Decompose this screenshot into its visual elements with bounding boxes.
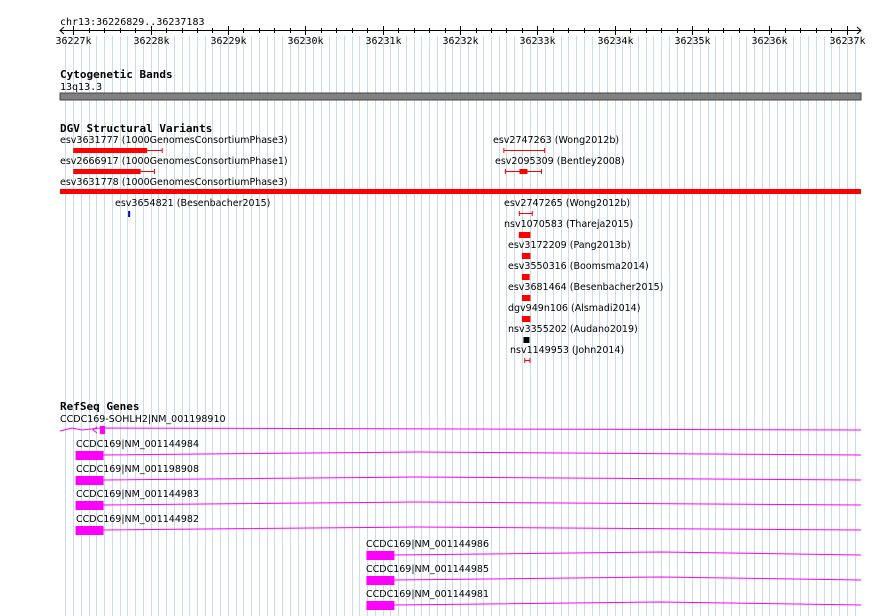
- dgv-feature-bar[interactable]: [521, 295, 531, 301]
- refseq-gene[interactable]: CCDC169|NM_001144986: [366, 539, 862, 560]
- refseq-exon[interactable]: [366, 551, 395, 560]
- refseq-gene-label: CCDC169|NM_001198908: [76, 464, 199, 475]
- browser-canvas: chr13:36226829..36237183 36227k 36228k 362…: [55, 17, 866, 616]
- ruler-tick-label: 36235k: [674, 36, 710, 47]
- dgv-feature-label: nsv3355202 (Audano2019): [508, 324, 638, 335]
- dgv-feature-bar[interactable]: [128, 211, 131, 217]
- refseq-intron-line: [103, 451, 862, 456]
- dgv-feature-bar[interactable]: [73, 169, 141, 174]
- ruler-tick-label: 36229k: [210, 36, 246, 47]
- refseq-exon[interactable]: [366, 601, 395, 610]
- refseq-intron-line: [103, 526, 862, 531]
- dgv-feature-bar[interactable]: [518, 232, 531, 238]
- dgv-feature-label: esv3631778 (1000GenomesConsortiumPhase3): [60, 177, 288, 188]
- dgv-feature-bar[interactable]: [60, 189, 861, 194]
- ruler-tick-label: 36232k: [442, 36, 478, 47]
- refseq-exon[interactable]: [75, 526, 104, 535]
- dgv-feature-label: dgv949n106 (Alsmadi2014): [508, 303, 640, 314]
- dgv-feature-bar[interactable]: [523, 337, 530, 343]
- dgv-feature-label: esv3654821 (Besenbacher2015): [115, 198, 270, 209]
- dgv-feature-label: esv2095309 (Bentley2008): [495, 156, 625, 167]
- ruler-tick-label: 36228k: [133, 36, 169, 47]
- refseq-gene-label: CCDC169|NM_001144985: [366, 564, 489, 575]
- refseq-gene[interactable]: CCDC169|NM_001144985: [366, 564, 862, 585]
- dgv-feature[interactable]: dgv949n106 (Alsmadi2014): [508, 303, 640, 322]
- dgv-feature-label: nsv1070583 (Thareja2015): [504, 219, 633, 230]
- dgv-feature-label: esv3550316 (Boomsma2014): [508, 261, 649, 272]
- dgv-feature[interactable]: esv2747265 (Wong2012b): [504, 198, 630, 216]
- refseq-exon[interactable]: [366, 576, 395, 585]
- refseq-gene[interactable]: CCDC169|NM_001144981: [366, 589, 862, 610]
- refseq-gene-label: CCDC169|NM_001144983: [76, 489, 199, 500]
- refseq-exon[interactable]: [75, 476, 104, 485]
- dgv-feature[interactable]: esv2095309 (Bentley2008): [495, 156, 625, 174]
- refseq-intron-line: [394, 576, 862, 581]
- track-title-refseq: RefSeq Genes: [60, 400, 139, 413]
- dgv-feature-bar[interactable]: [521, 253, 531, 259]
- refseq-gene-label: CCDC169|NM_001144986: [366, 539, 489, 550]
- dgv-feature-label: esv3631777 (1000GenomesConsortiumPhase3): [60, 135, 288, 146]
- cytoband-label: 13q13.3: [60, 82, 102, 93]
- refseq-gene-label: CCDC169|NM_001144982: [76, 514, 199, 525]
- dgv-feature[interactable]: nsv3355202 (Audano2019): [508, 324, 638, 343]
- dgv-feature[interactable]: esv3681464 (Besenbacher2015): [508, 282, 663, 301]
- dgv-feature-bar[interactable]: [73, 148, 148, 153]
- dgv-feature[interactable]: esv3550316 (Boomsma2014): [508, 261, 649, 280]
- track-title-cytoband: Cytogenetic Bands: [60, 68, 173, 81]
- ruler: chr13:36226829..36237183 36227k 36228k 362…: [55, 17, 865, 47]
- refseq-gene-label: CCDC169-SOHLH2|NM_001198910: [60, 414, 226, 425]
- ruler-tick-label: 36230k: [287, 36, 323, 47]
- ruler-tick-label: 36237k: [829, 36, 865, 47]
- dgv-feature-label: esv3681464 (Besenbacher2015): [508, 282, 663, 293]
- track-title-dgv: DGV Structural Variants: [60, 122, 212, 135]
- ruler-tick-label: 36234k: [597, 36, 633, 47]
- refseq-exon[interactable]: [75, 501, 104, 510]
- dgv-feature[interactable]: esv3172209 (Pang2013b): [508, 240, 631, 259]
- cytoband-bar[interactable]: [59, 92, 862, 101]
- dgv-feature-label: esv2747265 (Wong2012b): [504, 198, 630, 209]
- dgv-feature-label: nsv1149953 (John2014): [510, 345, 624, 356]
- refseq-exon[interactable]: [100, 426, 105, 434]
- refseq-intron-line: [103, 476, 862, 481]
- dgv-feature-label: esv2666917 (1000GenomesConsortiumPhase1): [60, 156, 288, 167]
- dgv-feature-bar[interactable]: [521, 274, 530, 280]
- refseq-exon[interactable]: [75, 451, 104, 460]
- refseq-intron-line: [394, 551, 862, 556]
- refseq-gene-label: CCDC169|NM_001144984: [76, 439, 199, 450]
- ruler-tick-label: 36231k: [365, 36, 401, 47]
- refseq-intron-line: [394, 601, 862, 606]
- ruler-tick-label: 36236k: [751, 36, 787, 47]
- refseq-intron-line: [103, 501, 862, 506]
- location-label: chr13:36226829..36237183: [60, 17, 205, 28]
- ruler-tick-label: 36227k: [55, 36, 91, 47]
- dgv-feature-label: esv3172209 (Pang2013b): [508, 240, 631, 251]
- refseq-gene-label: CCDC169|NM_001144981: [366, 589, 489, 600]
- dgv-feature[interactable]: esv3654821 (Besenbacher2015): [115, 198, 270, 217]
- ruler-tick-label: 36233k: [519, 36, 555, 47]
- dgv-feature-bar[interactable]: [521, 316, 531, 322]
- dgv-feature[interactable]: esv3631777 (1000GenomesConsortiumPhase3): [60, 135, 288, 153]
- dgv-feature-label: esv2747263 (Wong2012b): [493, 135, 619, 146]
- dgv-feature[interactable]: esv2747263 (Wong2012b): [493, 135, 619, 153]
- dgv-feature-core: [519, 169, 528, 174]
- genome-browser: chr13:36226829..36237183 36227k 36228k 362…: [0, 0, 890, 616]
- dgv-feature[interactable]: esv2666917 (1000GenomesConsortiumPhase1): [60, 156, 288, 174]
